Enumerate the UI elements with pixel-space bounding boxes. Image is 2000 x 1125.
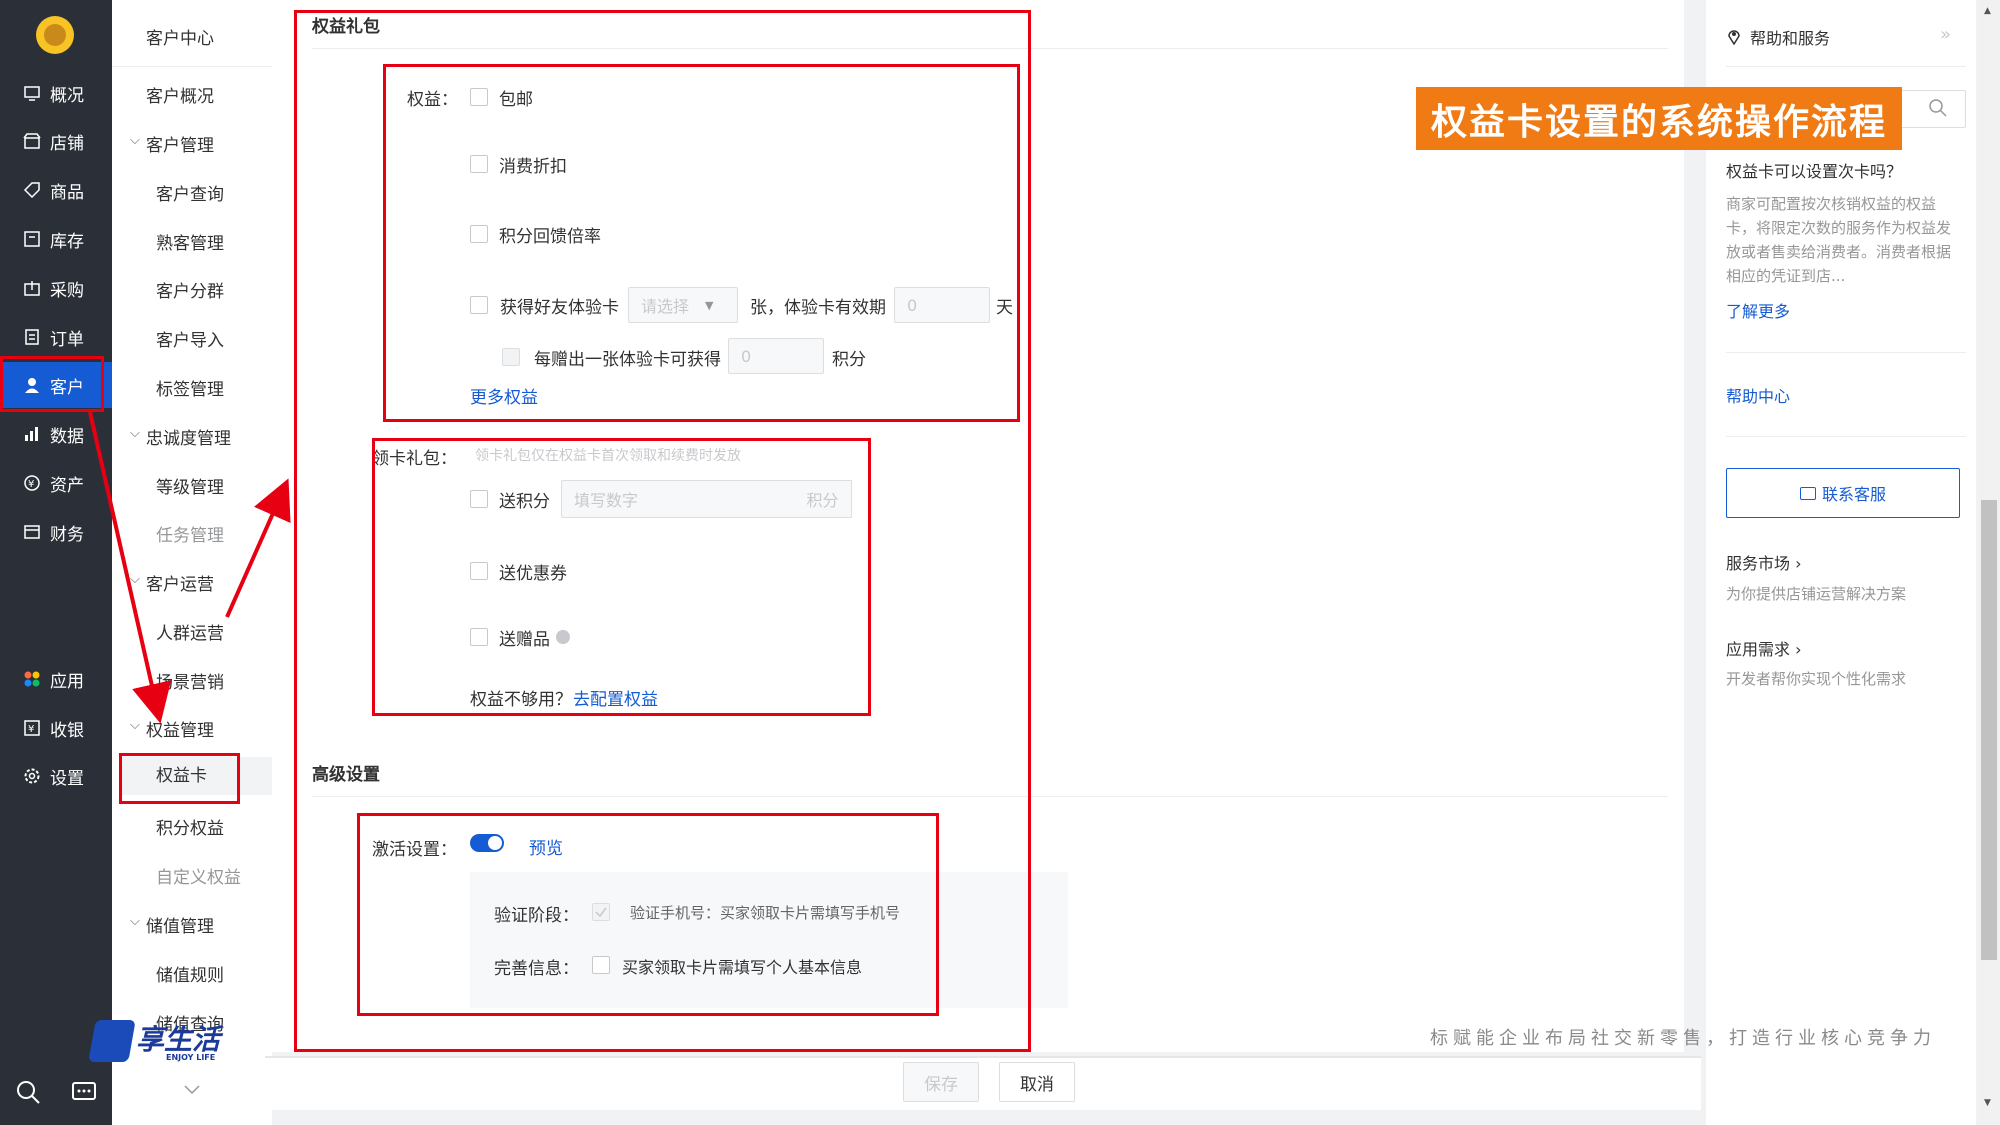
slogan-text: 标赋能企业布局社交新零售，打造行业核心竞争力 [1430, 1028, 1936, 1049]
arrow-overlay [88, 411, 291, 724]
arrow-to-benefit-menu [88, 411, 172, 724]
enjoy-life-logo: 享生活 ENJOY LIFE [88, 1018, 242, 1066]
tutorial-banner: 权益卡设置的系统操作流程 [1416, 87, 1902, 150]
logo-subtext: ENJOY LIFE [166, 1053, 216, 1062]
arrow-to-form [225, 478, 291, 618]
logo-text: 享生活 [136, 1023, 221, 1056]
